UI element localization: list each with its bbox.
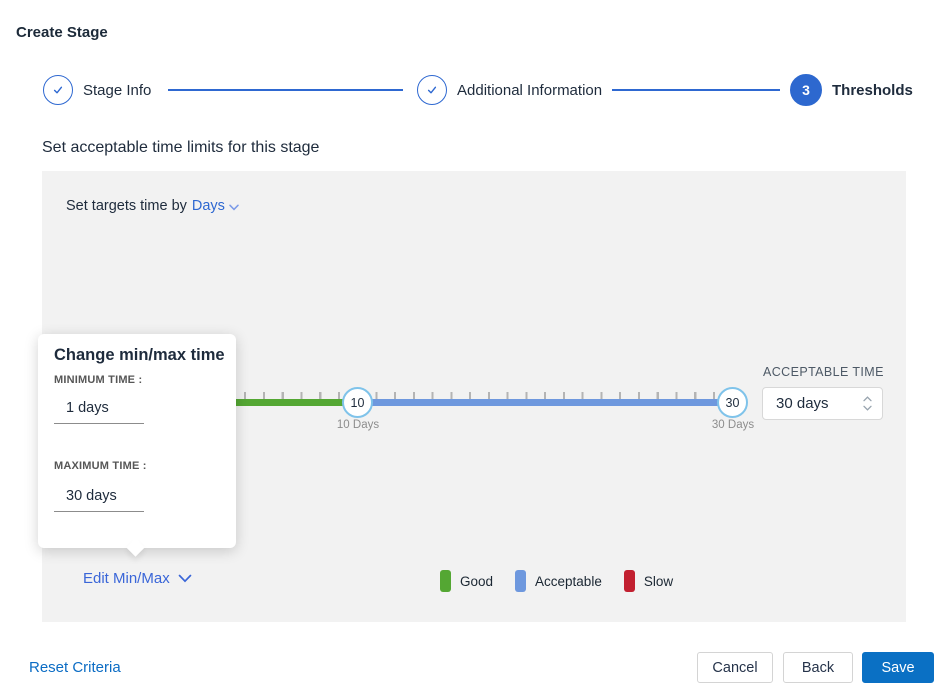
section-heading: Set acceptable time limits for this stag… bbox=[42, 139, 319, 157]
page-title: Create Stage bbox=[16, 24, 108, 41]
set-targets-label: Set targets time by bbox=[66, 198, 187, 214]
check-icon bbox=[50, 82, 66, 98]
maximum-time-label: MAXIMUM TIME : bbox=[54, 460, 147, 472]
slider-handle-min-value: 10 bbox=[351, 396, 365, 410]
stepper-step-additional-information[interactable]: Additional Information bbox=[417, 75, 602, 105]
check-icon bbox=[424, 82, 440, 98]
legend-swatch-acceptable bbox=[515, 570, 526, 592]
acceptable-time-value: 30 days bbox=[776, 395, 863, 412]
minimum-time-label: MINIMUM TIME : bbox=[54, 374, 142, 386]
back-button[interactable]: Back bbox=[783, 652, 853, 683]
acceptable-time-label: ACCEPTABLE TIME bbox=[763, 365, 884, 379]
slider-track-acceptable bbox=[358, 399, 746, 406]
slider-min-label: 10 Days bbox=[328, 419, 388, 431]
slider-handle-max-value: 30 bbox=[726, 396, 740, 410]
legend-swatch-good bbox=[440, 570, 451, 592]
popover-title: Change min/max time bbox=[54, 346, 225, 365]
change-minmax-popover: Change min/max time MINIMUM TIME : 1 day… bbox=[38, 334, 236, 548]
slider-max-label: 30 Days bbox=[703, 419, 763, 431]
stepper-step-stage-info[interactable]: Stage Info bbox=[43, 75, 151, 105]
unit-selector-value: Days bbox=[192, 198, 225, 214]
cancel-button[interactable]: Cancel bbox=[697, 652, 773, 683]
legend-label: Good bbox=[460, 574, 493, 589]
step-number: 3 bbox=[802, 82, 810, 98]
stepper-connector bbox=[168, 89, 403, 91]
step-complete-circle bbox=[417, 75, 447, 105]
unit-selector[interactable]: Days bbox=[192, 198, 239, 214]
stepper-step-thresholds[interactable]: 3 Thresholds bbox=[790, 74, 913, 106]
legend-label: Acceptable bbox=[535, 574, 602, 589]
create-stage-page: Create Stage Stage Info Additional Infor… bbox=[0, 0, 947, 699]
legend: Good Acceptable Slow bbox=[440, 570, 673, 592]
save-button[interactable]: Save bbox=[862, 652, 934, 683]
legend-item-good: Good bbox=[440, 570, 493, 592]
chevron-down-icon bbox=[178, 574, 192, 583]
step-current-circle: 3 bbox=[790, 74, 822, 106]
step-complete-circle bbox=[43, 75, 73, 105]
chevron-down-icon bbox=[229, 204, 239, 211]
chevron-down-icon bbox=[863, 405, 872, 411]
acceptable-time-input[interactable]: 30 days bbox=[762, 387, 883, 420]
stepper-connector bbox=[612, 89, 780, 91]
legend-item-acceptable: Acceptable bbox=[515, 570, 602, 592]
maximum-time-field[interactable]: 30 days bbox=[54, 488, 144, 512]
slider-handle-max[interactable]: 30 bbox=[717, 387, 748, 418]
number-stepper[interactable] bbox=[863, 396, 872, 411]
legend-swatch-slow bbox=[624, 570, 635, 592]
edit-minmax-label: Edit Min/Max bbox=[83, 570, 170, 587]
step-label: Stage Info bbox=[83, 82, 151, 99]
set-targets-row: Set targets time by Days bbox=[66, 198, 239, 214]
chevron-up-icon bbox=[863, 396, 872, 402]
legend-item-slow: Slow bbox=[624, 570, 673, 592]
slider-handle-min[interactable]: 10 bbox=[342, 387, 373, 418]
edit-minmax-link[interactable]: Edit Min/Max bbox=[83, 570, 192, 587]
step-label: Additional Information bbox=[457, 82, 602, 99]
minimum-time-field[interactable]: 1 days bbox=[54, 400, 144, 424]
step-label: Thresholds bbox=[832, 82, 913, 99]
reset-criteria-link[interactable]: Reset Criteria bbox=[29, 659, 121, 676]
legend-label: Slow bbox=[644, 574, 673, 589]
